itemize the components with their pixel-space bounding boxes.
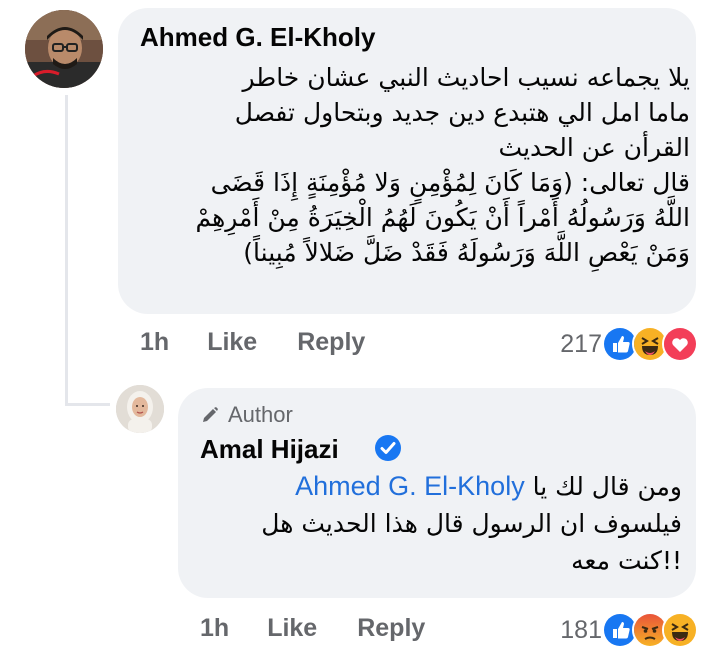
comment-text-line: يلا يجماعه نسيب احاديث النبي عشان خاطر (242, 63, 691, 92)
reply-button[interactable]: Reply (357, 614, 425, 643)
reply-actions: 1h Like Reply (200, 614, 465, 643)
comment-text-line: وَمَنْ يَعْصِ اللَّهَ وَرَسُولَهُ فَقَدْ… (243, 238, 690, 267)
reply-author-name[interactable]: Amal Hijazi (200, 434, 339, 465)
like-button[interactable]: Like (207, 328, 257, 357)
reply-text-line: !!كنت معه (571, 546, 682, 575)
pencil-icon (203, 407, 218, 422)
comment-text-line: القرأن عن الحديث (498, 133, 690, 162)
reaction-summary[interactable]: 181 (560, 612, 698, 648)
avatar[interactable] (25, 10, 103, 88)
comment-text-line: اللَّهُ وَرَسُولُهُ أَمْراً أَنْ يَكُونَ… (195, 203, 690, 232)
avatar-photo (25, 10, 103, 88)
reaction-count: 217 (560, 329, 602, 358)
author-badge: Author (200, 402, 293, 428)
reply-text-fragment: ومن قال لك يا (532, 472, 682, 501)
reaction-count: 181 (560, 615, 602, 644)
reply-text-line: فيلسوف ان الرسول قال هذا الحديث هل (261, 509, 682, 538)
verified-badge-icon (375, 435, 401, 461)
mention-link[interactable]: Ahmed G. El-Kholy (295, 471, 525, 501)
thread-connector-vertical (65, 95, 68, 405)
comment-timestamp[interactable]: 1h (140, 328, 169, 357)
comment-text-line: قال تعالى: (وَمَا كَانَ لِمُؤْمِنٍ وَلا … (210, 168, 690, 197)
reaction-summary[interactable]: 217 (560, 326, 698, 362)
comment-text-line: ماما امل الي هتبدع دين جديد وبتحاول تفصل (234, 98, 690, 127)
like-button[interactable]: Like (267, 614, 317, 643)
comment-actions: 1h Like Reply (140, 328, 405, 357)
haha-icon (662, 612, 698, 648)
love-icon (662, 326, 698, 362)
reply-button[interactable]: Reply (297, 328, 365, 357)
thread-connector-horizontal (65, 403, 110, 406)
reply-timestamp[interactable]: 1h (200, 614, 229, 643)
reply-text: ومن قال لك يا Ahmed G. El-Kholy فيلسوف ا… (202, 468, 682, 579)
avatar[interactable] (116, 385, 164, 433)
avatar-photo (116, 385, 164, 433)
author-badge-label: Author (228, 402, 293, 427)
reply-text-line: ومن قال لك يا Ahmed G. El-Kholy (202, 468, 682, 505)
comment-author-name[interactable]: Ahmed G. El-Kholy (140, 22, 375, 53)
comment-text: يلا يجماعه نسيب احاديث النبي عشان خاطر م… (150, 60, 690, 270)
